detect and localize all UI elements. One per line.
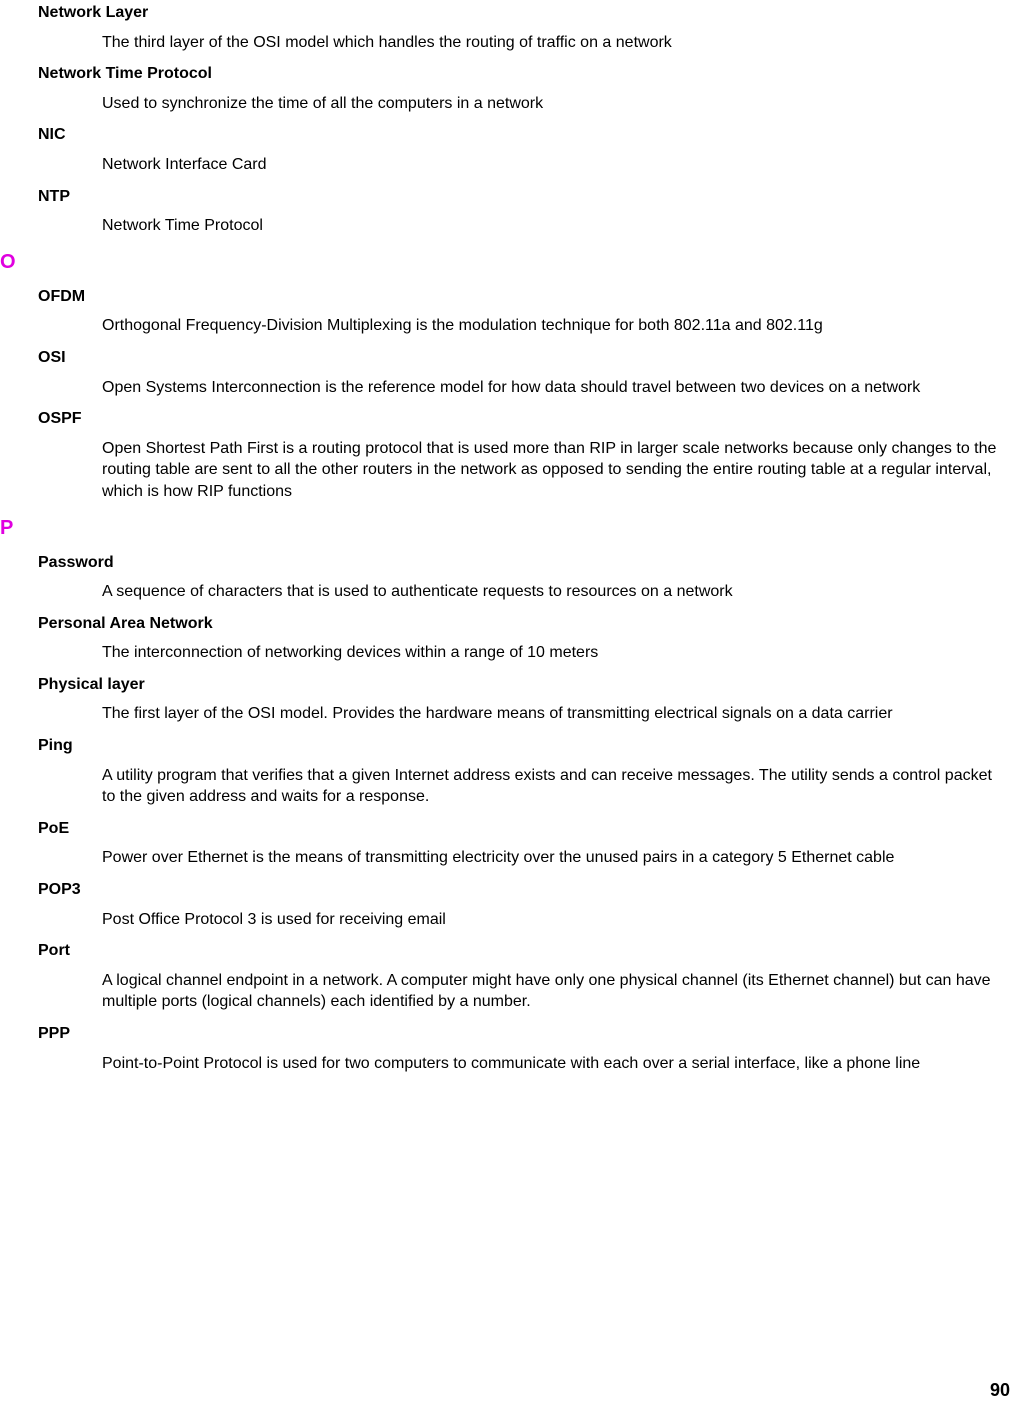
- page-number: 90: [990, 1378, 1010, 1402]
- glossary-definition: Post Office Protocol 3 is used for recei…: [102, 909, 1024, 931]
- section-letter: O: [0, 249, 1024, 276]
- glossary-definition: Used to synchronize the time of all the …: [102, 93, 1024, 115]
- glossary-definition: Open Shortest Path First is a routing pr…: [102, 438, 1024, 503]
- glossary-term: PPP: [38, 1023, 1024, 1045]
- glossary-term: Password: [38, 552, 1024, 574]
- glossary-term: PoE: [38, 818, 1024, 840]
- glossary-definition: Orthogonal Frequency-Division Multiplexi…: [102, 315, 1024, 337]
- glossary-page: Network Layer The third layer of the OSI …: [0, 0, 1024, 1410]
- glossary-term: NIC: [38, 124, 1024, 146]
- glossary-definition: Point-to-Point Protocol is used for two …: [102, 1053, 1024, 1075]
- glossary-term: Personal Area Network: [38, 613, 1024, 635]
- glossary-term: POP3: [38, 879, 1024, 901]
- glossary-definition: The third layer of the OSI model which h…: [102, 32, 1024, 54]
- glossary-term: Physical layer: [38, 674, 1024, 696]
- glossary-term: OFDM: [38, 286, 1024, 308]
- glossary-term: Network Time Protocol: [38, 63, 1024, 85]
- glossary-definition: Network Interface Card: [102, 154, 1024, 176]
- section-letter: P: [0, 515, 1024, 542]
- glossary-definition: A logical channel endpoint in a network.…: [102, 970, 1024, 1013]
- glossary-content: Network Layer The third layer of the OSI …: [0, 2, 1024, 1074]
- glossary-term: Port: [38, 940, 1024, 962]
- glossary-definition: A sequence of characters that is used to…: [102, 581, 1024, 603]
- glossary-definition: The first layer of the OSI model. Provid…: [102, 703, 1024, 725]
- glossary-term: OSI: [38, 347, 1024, 369]
- glossary-definition: A utility program that verifies that a g…: [102, 765, 1024, 808]
- glossary-term: NTP: [38, 186, 1024, 208]
- glossary-definition: Open Systems Interconnection is the refe…: [102, 377, 1024, 399]
- glossary-term: OSPF: [38, 408, 1024, 430]
- glossary-term: Network Layer: [38, 2, 1024, 24]
- glossary-definition: Network Time Protocol: [102, 215, 1024, 237]
- glossary-definition: The interconnection of networking device…: [102, 642, 1024, 664]
- glossary-term: Ping: [38, 735, 1024, 757]
- glossary-definition: Power over Ethernet is the means of tran…: [102, 847, 1024, 869]
